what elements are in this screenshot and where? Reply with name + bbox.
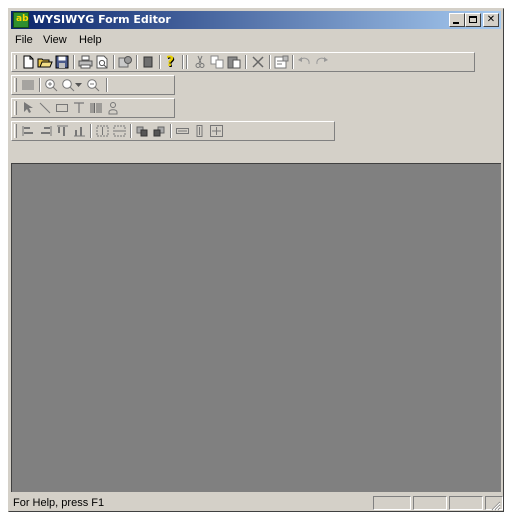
minimize-icon xyxy=(453,22,459,24)
toolbar-separator xyxy=(113,55,115,69)
menu-file[interactable]: File xyxy=(15,34,33,46)
align-left-icon[interactable] xyxy=(20,123,36,139)
line-icon[interactable] xyxy=(37,100,53,116)
delete-icon[interactable] xyxy=(250,54,266,70)
grid-icon[interactable] xyxy=(20,77,36,93)
help-icon[interactable]: ?? xyxy=(163,54,179,70)
send-to-back-icon[interactable] xyxy=(151,123,167,139)
pointer-icon[interactable] xyxy=(20,100,36,116)
same-width-icon[interactable] xyxy=(174,123,190,139)
new-icon[interactable] xyxy=(20,54,36,70)
menu-view[interactable]: View xyxy=(43,34,67,46)
layout-toolbar xyxy=(11,121,335,141)
app-icon-text: ab xyxy=(16,14,29,24)
text-icon[interactable] xyxy=(71,100,87,116)
paste-icon[interactable] xyxy=(226,54,242,70)
minimize-button[interactable] xyxy=(449,13,465,27)
title-bar[interactable]: ab WYSIWYG Form Editor ✕ xyxy=(11,11,501,29)
same-size-icon[interactable] xyxy=(208,123,224,139)
open-icon[interactable] xyxy=(37,54,53,70)
save-icon[interactable] xyxy=(54,54,70,70)
status-bar: For Help, press F1 xyxy=(11,495,503,511)
zoom-toolbar xyxy=(11,75,175,95)
app-window: ab WYSIWYG Form Editor ✕ File View Help xyxy=(8,8,504,512)
toolbar-separator xyxy=(39,78,41,92)
image-icon[interactable] xyxy=(105,100,121,116)
status-text: For Help, press F1 xyxy=(13,497,105,509)
rectangle-icon[interactable] xyxy=(54,100,70,116)
cut-icon[interactable] xyxy=(192,54,208,70)
toolbar-area: ?? xyxy=(11,51,501,160)
toolbar-separator xyxy=(73,55,75,69)
publish-icon[interactable] xyxy=(117,54,133,70)
center-vertical-icon[interactable] xyxy=(111,123,127,139)
size-grip-icon[interactable] xyxy=(489,499,501,511)
toolbar-separator xyxy=(130,124,132,138)
app-icon: ab xyxy=(13,12,29,28)
toolbar-separator xyxy=(136,55,138,69)
undo-icon[interactable] xyxy=(296,54,312,70)
print-preview-icon[interactable] xyxy=(94,54,110,70)
window-title: WYSIWYG Form Editor xyxy=(33,13,171,26)
toolbar-grip[interactable] xyxy=(14,78,17,92)
menu-bar: File View Help xyxy=(11,31,501,49)
standard-toolbar: ?? xyxy=(11,52,475,72)
properties-icon[interactable] xyxy=(273,54,289,70)
chevron-down-icon[interactable] xyxy=(74,77,82,93)
print-icon[interactable] xyxy=(77,54,93,70)
close-icon: ✕ xyxy=(486,14,496,25)
barcode-icon[interactable] xyxy=(88,100,104,116)
maximize-icon xyxy=(469,16,477,23)
toolbar-separator xyxy=(106,78,108,92)
bring-to-front-icon[interactable] xyxy=(134,123,150,139)
drawing-toolbar xyxy=(11,98,175,118)
toolbar-grip[interactable] xyxy=(14,101,17,115)
toolbar-grip[interactable] xyxy=(14,55,17,69)
toolbar-grip[interactable] xyxy=(14,124,17,138)
toolbar-separator xyxy=(159,55,161,69)
maximize-button[interactable] xyxy=(465,13,481,27)
align-bottom-icon[interactable] xyxy=(71,123,87,139)
svg-text:?: ? xyxy=(166,54,174,70)
status-panel xyxy=(373,496,411,510)
toolbar-separator xyxy=(170,124,172,138)
status-panel xyxy=(413,496,447,510)
toolbar-separator xyxy=(186,55,188,69)
zoom-out-icon[interactable] xyxy=(85,77,101,93)
redo-icon[interactable] xyxy=(313,54,329,70)
close-button[interactable]: ✕ xyxy=(483,13,499,27)
align-right-icon[interactable] xyxy=(37,123,53,139)
menu-help[interactable]: Help xyxy=(79,34,102,46)
toolbar-separator xyxy=(182,55,184,69)
copy-icon[interactable] xyxy=(209,54,225,70)
zoom-in-icon[interactable] xyxy=(43,77,59,93)
status-panel xyxy=(449,496,483,510)
same-height-icon[interactable] xyxy=(191,123,207,139)
form-workspace[interactable] xyxy=(11,163,501,492)
form-icon[interactable] xyxy=(140,54,156,70)
toolbar-separator xyxy=(245,55,247,69)
align-top-icon[interactable] xyxy=(54,123,70,139)
toolbar-separator xyxy=(292,55,294,69)
center-horizontal-icon[interactable] xyxy=(94,123,110,139)
toolbar-separator xyxy=(90,124,92,138)
toolbar-separator xyxy=(269,55,271,69)
